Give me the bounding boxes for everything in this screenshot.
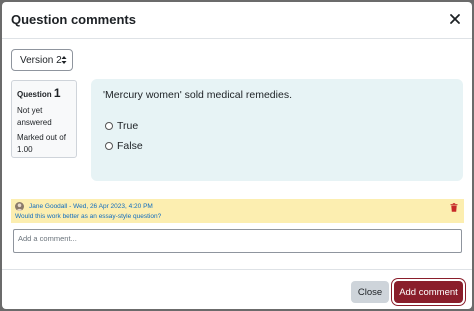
comment-meta[interactable]: Jane Goodall - Wed, 26 Apr 2023, 4:20 PM [29, 203, 153, 210]
dialog-header: Question comments [2, 2, 472, 39]
question-label: Question [17, 90, 52, 99]
up-down-chevron-icon [61, 56, 67, 64]
question-number: Question 1 [17, 86, 61, 100]
close-button[interactable]: Close [351, 281, 389, 303]
option-false-label: False [117, 140, 143, 152]
comment-input[interactable]: Add a comment... [13, 229, 462, 253]
trash-icon[interactable] [450, 203, 458, 212]
radio-true[interactable] [105, 122, 113, 130]
version-select-value: Version 2 [20, 55, 62, 66]
question-number-value: 1 [53, 86, 61, 100]
dialog-title: Question comments [11, 12, 136, 27]
option-true-label: True [117, 120, 139, 132]
question-grade: Marked out of 1.00 [17, 133, 66, 154]
dialog-footer: Close Add comment [2, 269, 472, 309]
close-icon[interactable] [448, 12, 462, 26]
comment-item: Jane Goodall - Wed, 26 Apr 2023, 4:20 PM… [11, 199, 464, 223]
add-comment-button[interactable]: Add comment [394, 281, 463, 303]
avatar [15, 202, 24, 211]
question-state: Not yet answered [17, 106, 52, 127]
comment-input-placeholder: Add a comment... [18, 234, 77, 243]
question-content: 'Mercury women' sold medical remedies. T… [91, 79, 463, 181]
version-select[interactable]: Version 2 [11, 49, 73, 71]
option-false[interactable]: False [105, 140, 143, 152]
question-info-panel: Question 1 Not yet answered Marked out o… [11, 80, 77, 158]
comment-text: Would this work better as an essay-style… [15, 213, 162, 220]
option-true[interactable]: True [105, 120, 138, 132]
question-text: 'Mercury women' sold medical remedies. [103, 89, 292, 101]
radio-false[interactable] [105, 142, 113, 150]
question-comments-dialog: Question comments Version 2 Question 1 N… [2, 2, 472, 309]
